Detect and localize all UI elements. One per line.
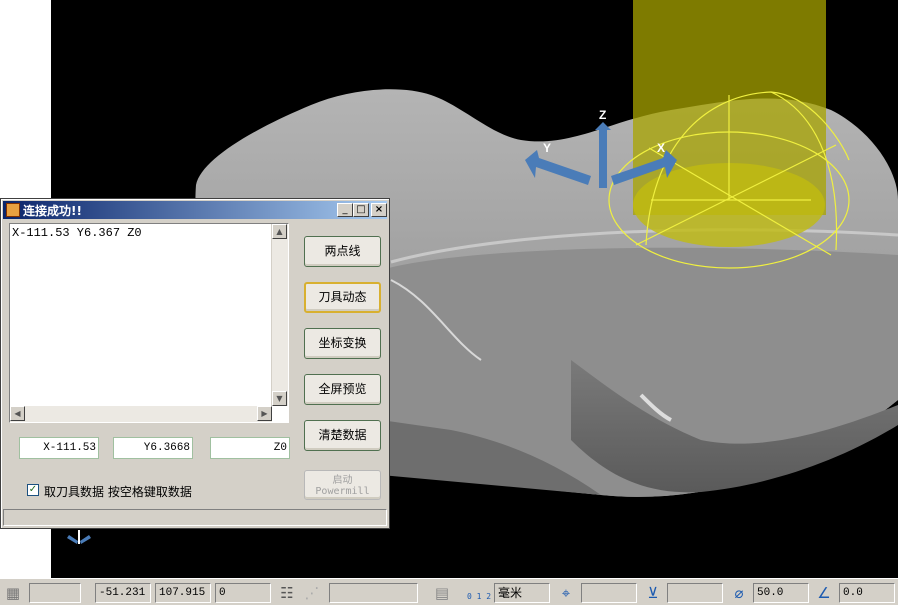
coord-y-field: 107.915 xyxy=(155,583,211,603)
horizontal-scrollbar[interactable]: ◀ ▶ xyxy=(10,406,272,422)
output-textarea[interactable]: X-111.53 Y6.367 Z0 ▲ ▼ ◀ ▶ xyxy=(9,223,289,423)
status-field-2 xyxy=(329,583,418,603)
tool-dynamic-button[interactable]: 刀具动态 xyxy=(304,282,381,313)
coord-transform-button[interactable]: 坐标变换 xyxy=(304,328,381,359)
two-point-line-button[interactable]: 两点线 xyxy=(304,236,381,267)
status-field-empty xyxy=(29,583,81,603)
dialog-title: 连接成功!! xyxy=(23,204,82,218)
connection-dialog: 连接成功!! _ □ × X-111.53 Y6.367 Z0 ▲ ▼ ◀ ▶ … xyxy=(0,198,390,529)
minimize-button[interactable]: _ xyxy=(337,203,353,217)
launch-powermill-button[interactable]: 启动 Powermill xyxy=(304,470,381,500)
app-icon xyxy=(6,203,20,217)
crosshair-icon[interactable]: ⌖ xyxy=(555,583,577,603)
status-field-3 xyxy=(581,583,637,603)
tool-icon[interactable]: ⊻ xyxy=(642,583,664,603)
list-icon[interactable]: ☷ xyxy=(276,583,298,603)
coord-z-field: 0 xyxy=(215,583,271,603)
scroll-up-icon[interactable]: ▲ xyxy=(272,224,287,239)
angle-field[interactable]: 0.0 xyxy=(839,583,895,603)
bottom-toolbar: ▦ -51.231 107.915 0 ☷ ⋰ ▤ 0 1 2 毫米 ⌖ ⊻ ⌀… xyxy=(0,578,898,605)
snap-icon[interactable]: ⋰ xyxy=(301,583,323,603)
axis-z-label: Z xyxy=(599,108,607,122)
clear-data-button[interactable]: 清楚数据 xyxy=(304,420,381,451)
z-field[interactable]: Z0 xyxy=(210,437,290,459)
tool-data-checkbox[interactable]: ✓ xyxy=(27,484,39,496)
coord-x-field: -51.231 xyxy=(95,583,151,603)
dialog-titlebar[interactable]: 连接成功!! _ □ × xyxy=(3,201,387,219)
ruler-icon[interactable]: 0 1 2 xyxy=(466,583,492,603)
tool-data-checkbox-label: 取刀具数据 按空格键取数据 xyxy=(44,485,192,499)
x-field[interactable]: X-111.53 xyxy=(19,437,99,459)
scroll-down-icon[interactable]: ▼ xyxy=(272,391,287,406)
scroll-right-icon[interactable]: ▶ xyxy=(257,406,272,421)
dialog-statusbar xyxy=(3,509,387,526)
axis-x-label: X xyxy=(657,141,666,155)
diameter-icon[interactable]: ⌀ xyxy=(728,583,750,603)
y-field[interactable]: Y6.3668 xyxy=(113,437,193,459)
calculator-icon[interactable]: ▤ xyxy=(431,583,453,603)
angle-icon[interactable]: ∠ xyxy=(813,583,835,603)
scroll-left-icon[interactable]: ◀ xyxy=(10,406,25,421)
grid-icon[interactable]: ▦ xyxy=(2,583,24,603)
units-field[interactable]: 毫米 xyxy=(494,583,550,603)
output-text: X-111.53 Y6.367 Z0 xyxy=(12,226,142,240)
close-button[interactable]: × xyxy=(371,203,387,217)
fullscreen-preview-button[interactable]: 全屏预览 xyxy=(304,374,381,405)
maximize-button[interactable]: □ xyxy=(353,203,369,217)
status-field-4 xyxy=(667,583,723,603)
diameter-field[interactable]: 50.0 xyxy=(753,583,809,603)
vertical-scrollbar[interactable]: ▲ ▼ xyxy=(271,224,288,406)
axis-y-label: Y xyxy=(543,141,552,155)
